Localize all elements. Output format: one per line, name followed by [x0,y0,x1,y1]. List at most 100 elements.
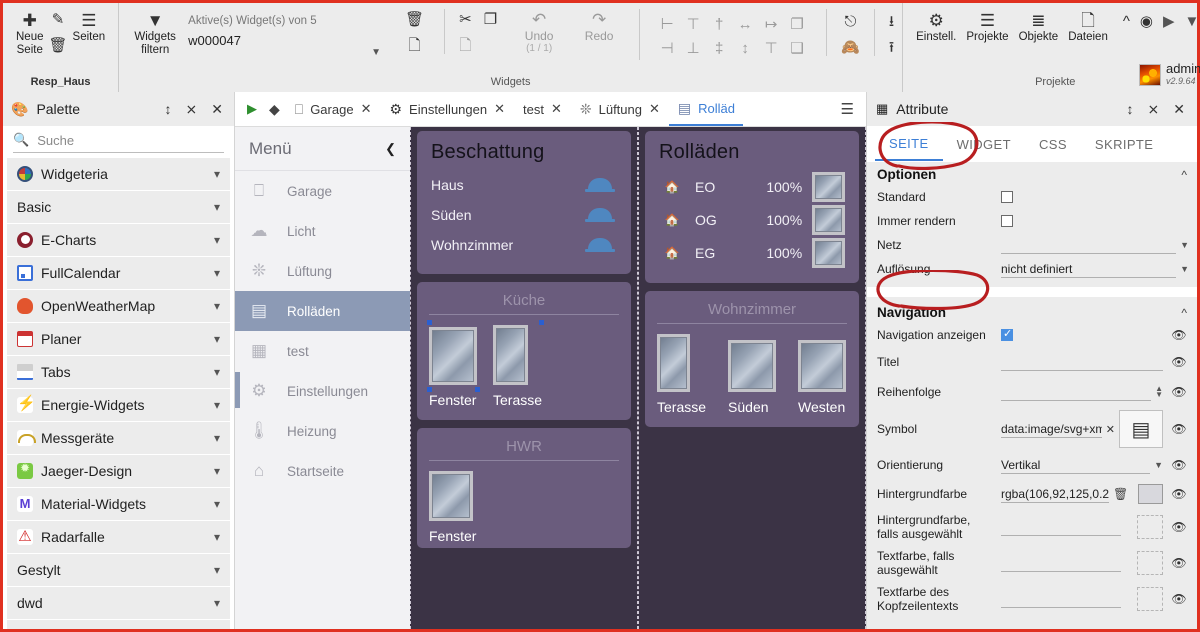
chevron-down-icon[interactable]: ▼ [1180,240,1189,250]
field-netz[interactable]: Netz ▼ [867,233,1197,257]
chevron-up-icon[interactable]: ^ [1181,306,1187,320]
field-aufloesung[interactable]: Auflösung nicht definiert ▼ [867,257,1197,281]
projects-button[interactable]: ☰ Projekte [961,9,1013,46]
palette-search[interactable]: 🔍 Suche [13,132,224,153]
tab-garage[interactable]: ⎕ Garage ✕ [286,92,381,126]
orientierung-select[interactable]: Vertikal [1001,457,1151,474]
attributes-collapse-icon[interactable]: ⨯ [1145,101,1163,118]
palette-collapse-icon[interactable]: ⨯ [183,101,201,118]
drawer-item-einstellungen[interactable]: ⚙ Einstellungen [235,371,410,411]
chevron-left-icon[interactable]: ❮ [385,141,396,157]
palette-item-radarfalle[interactable]: ⚠ Radarfalle ▾ [7,521,230,553]
equal-height-icon[interactable]: ⊤ [765,39,778,57]
cut-icon[interactable]: ✂ [459,11,472,28]
chevron-up-icon[interactable]: ^ [1181,168,1187,182]
palette-item-openweathermap[interactable]: OpenWeatherMap ▾ [7,290,230,322]
beschattung-row[interactable]: Haus [431,170,617,200]
section-wohnzimmer[interactable]: Wohnzimmer Terasse Süden Westen [645,291,859,427]
field-orientierung[interactable]: Orientierung Vertikal ▼ 👁 [867,451,1197,479]
section-kueche[interactable]: Küche Fenster Terasse [417,282,631,420]
objects-button[interactable]: ≣ Objekte [1014,9,1064,46]
eye-icon[interactable]: 👁 [1169,458,1189,472]
rollaeden-row[interactable]: 🏠 EO 100% [659,170,845,203]
run-icon[interactable]: ▶ [1163,13,1175,30]
close-icon[interactable]: ✕ [361,101,372,117]
eye-icon[interactable]: 👁 [1169,422,1189,436]
eye-icon[interactable]: 👁 [1169,556,1189,570]
eye-icon[interactable]: 👁 [1169,328,1189,342]
palette-item-gestylt[interactable]: Gestylt ▾ [7,554,230,586]
field-textfarbe-ausgewaehlt[interactable]: Textfarbe, falls ausgewählt 👁 [867,545,1197,581]
hintergrundfarbe-value[interactable]: rgba(106,92,125,0.2 [1001,486,1109,503]
close-icon[interactable]: ✕ [649,101,660,117]
section-hwr[interactable]: HWR Fenster [417,428,631,548]
standard-checkbox[interactable] [1001,191,1013,203]
field-hintergrundfarbe-ausgewaehlt[interactable]: Hintergrundfarbe, falls ausgewählt 👁 [867,509,1197,545]
palette-item-partial[interactable] [7,620,230,629]
navigation-anzeigen-checkbox[interactable] [1001,327,1013,341]
palette-item-basic[interactable]: Basic ▾ [7,191,230,223]
blind-up-icon[interactable] [583,236,617,254]
window-graphic[interactable] [812,237,845,268]
layers-icon[interactable]: ◆ [263,101,286,118]
drawer-item-test[interactable]: ▦ test [235,331,410,371]
field-standard[interactable]: Standard [867,185,1197,209]
eye-icon[interactable]: 👁 [1169,592,1189,606]
close-icon[interactable]: ✕ [551,101,562,117]
tab-seite[interactable]: SEITE [875,127,943,161]
rollaeden-row[interactable]: 🏠 EG 100% [659,236,845,269]
redo-button[interactable]: ↷ Redo [577,11,621,44]
field-reihenfolge[interactable]: Reihenfolge ▲ ▼ 👁 [867,377,1197,407]
align-bottom-icon[interactable]: ⊥ [687,39,700,57]
chevron-down-icon[interactable]: ▼ [1185,13,1200,30]
delete-widget-icon[interactable]: 🗑 [405,11,424,28]
palette-item-fullcalendar[interactable]: FullCalendar ▾ [7,257,230,289]
drawer-item-garage[interactable]: ⎕ Garage [235,171,410,211]
export-icon[interactable]: ⭱ [889,39,894,56]
tab-rollaeden[interactable]: ▤ Rolläd [668,92,743,126]
symbol-preview-button[interactable]: ▤ [1119,410,1163,448]
drawer-item-startseite[interactable]: ⌂ Startseite [235,451,410,491]
send-back-icon[interactable]: ❑ [790,39,803,57]
palette-close-icon[interactable]: ✕ [208,101,226,118]
card-rollaeden[interactable]: Rolläden 🏠 EO 100% 🏠 OG 100% 🏠 EG 100% [645,131,859,283]
equal-width-icon[interactable]: ↦ [765,15,778,33]
paste-icon[interactable]: 🗋 [459,37,471,54]
netz-select[interactable] [1001,237,1177,254]
palette-resize-icon[interactable]: ↕ [162,101,175,117]
hide-eye-icon[interactable]: 🙈 [841,39,860,56]
window-graphic[interactable] [812,204,845,235]
align-top-icon[interactable]: ⊤ [687,15,700,33]
window-graphic[interactable] [812,171,845,202]
import-icon[interactable]: ⭳ [889,13,894,30]
textfarbe-ausgewaehlt-swatch[interactable] [1137,551,1163,575]
palette-item-jaeger-design[interactable]: Jaeger-Design ▾ [7,455,230,487]
selection-handle[interactable] [427,320,432,325]
selection-handle[interactable] [427,387,432,392]
drawer-item-rollaeden[interactable]: ▤ Rolläden [235,291,410,331]
tab-widget[interactable]: WIDGET [943,127,1025,161]
open-external-icon[interactable]: ⎋ [845,13,857,30]
window-widget-sueden[interactable]: Süden [728,340,777,415]
settings-button[interactable]: ⚙ Einstell. [911,9,961,46]
tabbar-menu-icon[interactable]: ☰ [835,100,860,118]
rollaeden-row[interactable]: 🏠 OG 100% [659,203,845,236]
palette-item-widgeteria[interactable]: Widgeteria ▾ [7,158,230,190]
textfarbe-kopfzeile-swatch[interactable] [1137,587,1163,611]
filter-widgets-button[interactable]: ▼ Widgets filtern [127,9,183,59]
hintergrundfarbe-swatch[interactable] [1138,484,1163,504]
tab-skripte[interactable]: SKRIPTE [1081,127,1167,161]
tab-einstellungen[interactable]: ⚙ Einstellungen ✕ [380,92,514,126]
eye-icon[interactable]: 👁 [1169,487,1189,501]
drawer-item-heizung[interactable]: 🌡 Heizung [235,411,410,451]
duplicate-icon[interactable]: ❐ [484,11,497,28]
selection-handle[interactable] [539,320,544,325]
section-header-navigation[interactable]: Navigation ^ [867,297,1197,323]
section-header-optionen[interactable]: Optionen ^ [867,162,1197,185]
trash-icon[interactable]: 🗑 [49,37,68,54]
field-navigation-anzeigen[interactable]: Navigation anzeigen 👁 [867,323,1197,347]
distribute-horizontal-icon[interactable]: ↔ [738,16,753,33]
active-widget-dropdown-arrow[interactable]: ▼ [371,44,381,58]
eye-icon[interactable]: 👁 [1169,355,1189,369]
palette-item-planer[interactable]: Planer ▾ [7,323,230,355]
